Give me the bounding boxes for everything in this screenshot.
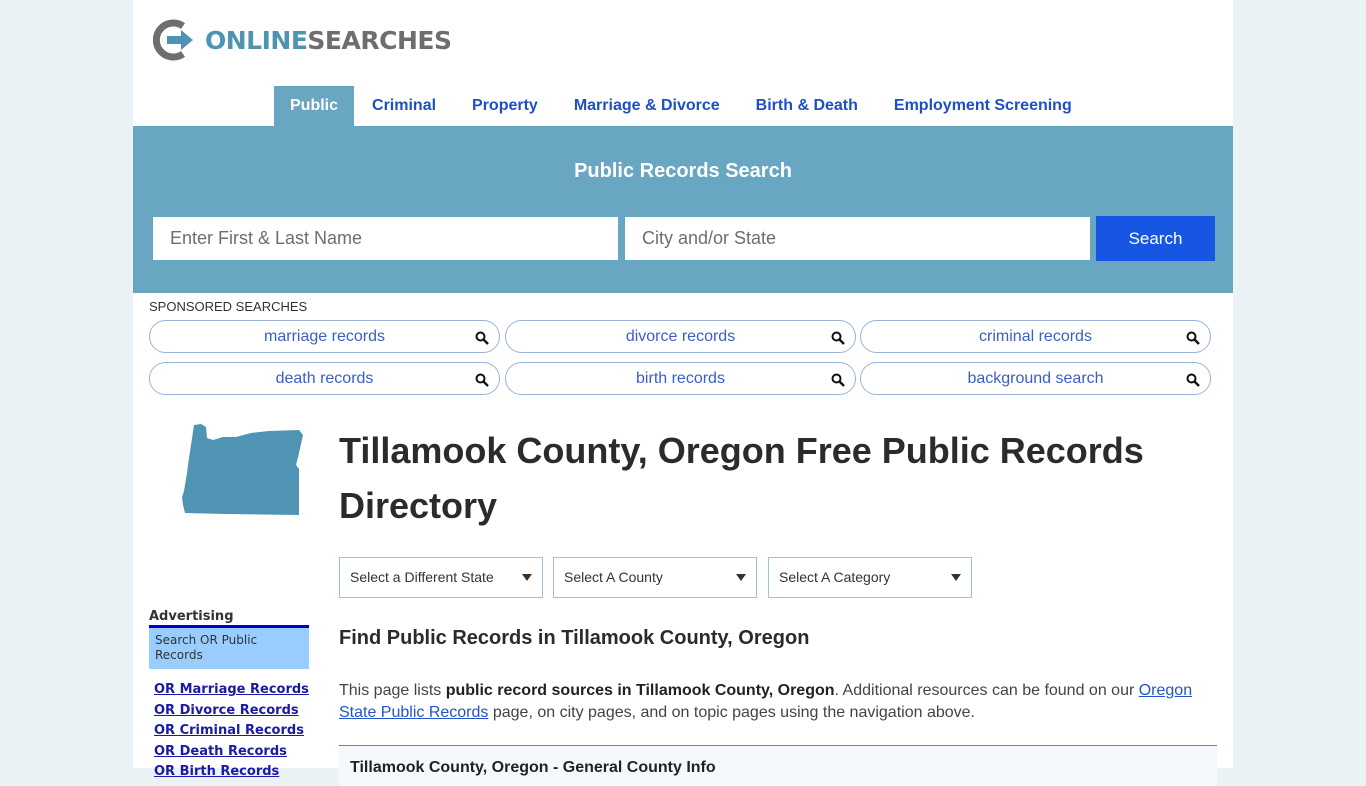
intro-paragraph: This page lists public record sources in… [339, 680, 1209, 724]
sidebar-link-divorce[interactable]: OR Divorce Records [154, 701, 309, 722]
name-search-input[interactable] [153, 217, 618, 260]
oregon-map-icon [182, 424, 303, 515]
advertising-label: Advertising [149, 609, 234, 624]
nav-criminal[interactable]: Criminal [354, 86, 454, 126]
sidebar-link-birth[interactable]: OR Birth Records [154, 762, 309, 783]
sponsored-link-label: birth records [636, 370, 725, 387]
page-title: Tillamook County, Oregon Free Public Rec… [339, 430, 1144, 526]
county-select[interactable]: Select A County [553, 557, 757, 598]
sponsored-link[interactable]: marriage records [149, 320, 500, 353]
county-select-value: Select A County [564, 569, 663, 585]
county-info-title: Tillamook County, Oregon - General Count… [350, 759, 716, 776]
nav-birth-death[interactable]: Birth & Death [738, 86, 876, 126]
sponsored-link[interactable]: death records [149, 362, 500, 395]
location-search-input[interactable] [625, 217, 1090, 260]
nav-employment-screening[interactable]: Employment Screening [876, 86, 1090, 126]
sponsored-label: SPONSORED SEARCHES [149, 299, 308, 314]
sponsored-link[interactable]: criminal records [860, 320, 1211, 353]
sponsored-link-label: death records [275, 370, 374, 387]
search-icon [1186, 331, 1200, 345]
sponsored-link-label: marriage records [264, 328, 385, 345]
chevron-down-icon [951, 574, 961, 581]
search-title: Public Records Search [574, 160, 792, 182]
search-icon [831, 331, 845, 345]
category-select[interactable]: Select A Category [768, 557, 972, 598]
state-select[interactable]: Select a Different State [339, 557, 543, 598]
chevron-down-icon [736, 574, 746, 581]
nav-public[interactable]: Public [274, 86, 355, 126]
intro-text: This page lists [339, 682, 446, 699]
search-icon [831, 373, 845, 387]
logo-arrow-icon [153, 19, 193, 61]
page-container: ONLINESEARCHES Public Criminal Property … [133, 0, 1233, 786]
sponsored-link-label: divorce records [625, 328, 736, 345]
sponsored-link-label: background search [967, 370, 1104, 387]
intro-text: page, on city pages, and on topic pages … [488, 704, 975, 721]
search-button[interactable]: Search [1096, 216, 1215, 261]
search-panel: Public Records Search Search [133, 126, 1233, 293]
ad-box: Search OR Public Records [149, 625, 309, 669]
site-logo[interactable]: ONLINESEARCHES [153, 18, 452, 62]
category-select-value: Select A Category [779, 569, 891, 585]
nav-property[interactable]: Property [454, 86, 556, 126]
chevron-down-icon [522, 574, 532, 581]
sidebar-link-marriage[interactable]: OR Marriage Records [154, 680, 309, 701]
county-info-box: Tillamook County, Oregon - General Count… [339, 745, 1217, 786]
sponsored-link[interactable]: divorce records [505, 320, 856, 353]
search-icon [1186, 373, 1200, 387]
nav-marriage-divorce[interactable]: Marriage & Divorce [556, 86, 738, 126]
search-icon [475, 373, 489, 387]
intro-bold-text: public record sources in Tillamook Count… [445, 682, 835, 699]
logo-text: ONLINESEARCHES [205, 25, 452, 55]
sponsored-link[interactable]: background search [860, 362, 1211, 395]
sponsored-link-label: criminal records [979, 328, 1092, 345]
state-select-value: Select a Different State [350, 569, 494, 585]
intro-text: . Additional resources can be found on o… [834, 682, 1139, 699]
section-title: Find Public Records in Tillamook County,… [339, 627, 810, 649]
sponsored-link[interactable]: birth records [505, 362, 856, 395]
main-nav: Public Criminal Property Marriage & Divo… [274, 86, 1090, 126]
search-icon [475, 331, 489, 345]
sidebar-link-criminal[interactable]: OR Criminal Records [154, 721, 309, 742]
sidebar-link-death[interactable]: OR Death Records [154, 742, 309, 763]
